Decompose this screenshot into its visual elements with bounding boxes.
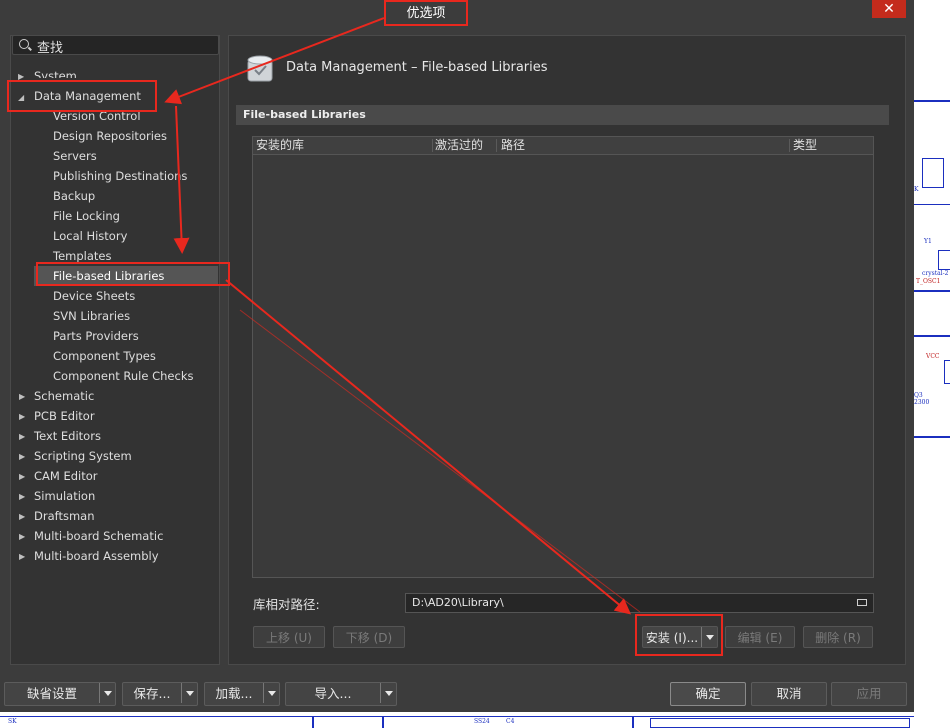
tree-item-scripting-system[interactable]: Scripting System [34, 446, 132, 466]
column-separator [496, 139, 497, 152]
schematic-background-bottom: SK SS24 C4 [0, 710, 914, 728]
apply-button[interactable]: 应用 [831, 682, 907, 706]
tree-item-backup[interactable]: Backup [53, 186, 95, 206]
column-header-path[interactable]: 路径 [501, 137, 525, 154]
relative-path-label: 库相对路径: [253, 597, 320, 612]
search-placeholder: 查找 [37, 41, 64, 56]
chevron-down-icon[interactable] [99, 683, 116, 703]
schem-label-ss24: SS24 [474, 718, 490, 725]
tree-item-publishing-destinations[interactable]: Publishing Destinations [53, 166, 187, 186]
save-label: 保存... [133, 686, 171, 701]
database-icon [247, 55, 273, 82]
chevron-down-icon[interactable] [263, 683, 280, 703]
move-up-button[interactable]: 上移 (U) [253, 626, 325, 648]
column-header-type[interactable]: 类型 [793, 137, 817, 154]
dialog-title: 优选项 [384, 0, 468, 26]
search-input[interactable]: 查找 [12, 35, 219, 56]
schematic-background: K Y1 crystal-2 T_OSC1 VCC Q3 2300 [914, 0, 950, 728]
load-label: 加载... [215, 686, 253, 701]
expand-arrow-icon[interactable]: ▶ [19, 492, 25, 501]
load-button[interactable]: 加载... [204, 682, 280, 706]
relative-path-field[interactable]: D:\AD20\Library\ [405, 593, 874, 613]
tree-item-pcb-editor[interactable]: PCB Editor [34, 406, 95, 426]
schem-label-y1: Y1 [924, 238, 932, 245]
tree-item-system[interactable]: System [34, 66, 77, 78]
chevron-down-icon[interactable] [181, 683, 198, 703]
close-icon: ✕ [883, 1, 895, 17]
tree-item-draftsman[interactable]: Draftsman [34, 506, 95, 526]
table-header [253, 137, 873, 155]
schem-label-k: K [914, 186, 919, 193]
tree-item-device-sheets[interactable]: Device Sheets [53, 286, 135, 306]
column-separator [789, 139, 790, 152]
schem-label-c4: C4 [506, 718, 515, 725]
move-down-button[interactable]: 下移 (D) [333, 626, 405, 648]
tree-item-servers[interactable]: Servers [53, 146, 97, 166]
expand-arrow-icon[interactable]: ▶ [19, 552, 25, 561]
expand-arrow-icon[interactable]: ▶ [19, 532, 25, 541]
edit-button[interactable]: 编辑 (E) [725, 626, 795, 648]
cancel-button[interactable]: 取消 [751, 682, 827, 706]
remove-button[interactable]: 删除 (R) [803, 626, 873, 648]
tree-item-simulation[interactable]: Simulation [34, 486, 95, 506]
import-label: 导入... [314, 686, 352, 701]
column-header-installed[interactable]: 安装的库 [256, 137, 304, 154]
tree-item-component-rule-checks[interactable]: Component Rule Checks [53, 366, 193, 386]
schem-label-crystal: crystal-2 [922, 270, 949, 277]
tree-item-text-editors[interactable]: Text Editors [34, 426, 101, 446]
tree-item-multi-board-assembly[interactable]: Multi-board Assembly [34, 546, 159, 566]
column-separator [432, 139, 433, 152]
expand-arrow-icon[interactable]: ▶ [19, 452, 25, 461]
chevron-down-icon[interactable] [380, 683, 397, 703]
expand-arrow-icon[interactable]: ▶ [19, 512, 25, 521]
tree-item-design-repositories[interactable]: Design Repositories [53, 126, 167, 146]
tree-item-file-locking[interactable]: File Locking [53, 206, 120, 226]
defaults-label: 缺省设置 [26, 686, 77, 701]
tree-item-svn-libraries[interactable]: SVN Libraries [53, 306, 130, 326]
tree-item-schematic[interactable]: Schematic [34, 386, 94, 406]
defaults-button[interactable]: 缺省设置 [4, 682, 116, 706]
expand-arrow-icon[interactable]: ▶ [19, 392, 25, 401]
expand-arrow-icon[interactable]: ▶ [19, 432, 25, 441]
tree-item-component-types[interactable]: Component Types [53, 346, 156, 366]
tree-item-multi-board-schematic[interactable]: Multi-board Schematic [34, 526, 163, 546]
schem-label-sk: SK [8, 718, 17, 725]
save-button[interactable]: 保存... [122, 682, 198, 706]
tree-item-local-history[interactable]: Local History [53, 226, 127, 246]
search-icon [19, 39, 29, 49]
schem-label-q3: Q3 [914, 392, 923, 399]
libraries-table[interactable] [252, 136, 874, 578]
expand-arrow-icon[interactable]: ▶ [19, 412, 25, 421]
highlight-install-button [635, 614, 723, 656]
tree-item-parts-providers[interactable]: Parts Providers [53, 326, 139, 346]
expand-arrow-icon[interactable]: ▶ [19, 472, 25, 481]
folder-icon[interactable] [857, 599, 867, 606]
schem-label-2300: 2300 [914, 399, 930, 406]
section-title: File-based Libraries [243, 108, 366, 121]
column-header-activated[interactable]: 激活过的 [435, 137, 483, 154]
relative-path-value: D:\AD20\Library\ [412, 596, 504, 609]
close-button[interactable]: ✕ [872, 0, 906, 18]
tree-item-cam-editor[interactable]: CAM Editor [34, 466, 98, 486]
import-button[interactable]: 导入... [285, 682, 397, 706]
highlight-data-management [7, 80, 157, 112]
schem-label-vcc: VCC [926, 353, 940, 360]
ok-button[interactable]: 确定 [670, 682, 746, 706]
highlight-file-based-libraries [36, 262, 230, 286]
page-title: Data Management – File-based Libraries [286, 60, 548, 75]
schem-label-tosc: T_OSC1 [916, 278, 941, 285]
